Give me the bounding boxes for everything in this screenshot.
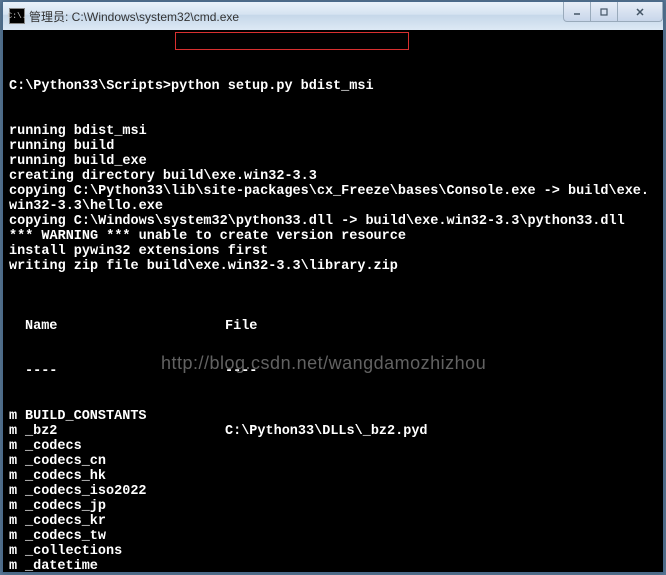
row-name: _collections — [25, 544, 225, 559]
row-name: _bz2 — [25, 424, 225, 439]
output-line: install pywin32 extensions first — [9, 244, 657, 259]
table-row: m_codecs_cn — [9, 454, 657, 469]
output-line: writing zip file build\exe.win32-3.3\lib… — [9, 259, 657, 274]
output-line: copying C:\Python33\lib\site-packages\cx… — [9, 184, 657, 214]
row-file — [225, 409, 657, 424]
row-type: m — [9, 559, 25, 572]
col-name: Name — [25, 319, 225, 334]
row-name: _codecs_cn — [25, 454, 225, 469]
close-button[interactable] — [617, 2, 663, 22]
console-area[interactable]: C:\Python33\Scripts>python setup.py bdis… — [3, 30, 663, 572]
row-name: _codecs_kr — [25, 514, 225, 529]
cmd-window: C:\. 管理员: C:\Windows\system32\cmd.exe C:… — [2, 1, 664, 573]
minimize-button[interactable] — [563, 2, 591, 22]
row-name: BUILD_CONSTANTS — [25, 409, 225, 424]
row-type: m — [9, 454, 25, 469]
typed-command: python setup.py bdist_msi — [171, 79, 374, 94]
row-file: C:\Python33\DLLs\_bz2.pyd — [225, 424, 657, 439]
output-line — [9, 274, 657, 289]
row-name: _codecs_jp — [25, 499, 225, 514]
output-line: creating directory build\exe.win32-3.3 — [9, 169, 657, 184]
table-row: m_bz2C:\Python33\DLLs\_bz2.pyd — [9, 424, 657, 439]
row-type: m — [9, 529, 25, 544]
row-name: _codecs_iso2022 — [25, 484, 225, 499]
row-type: m — [9, 469, 25, 484]
row-name: _datetime — [25, 559, 225, 572]
row-type: m — [9, 484, 25, 499]
row-name: _codecs — [25, 439, 225, 454]
row-file — [225, 439, 657, 454]
row-file — [225, 529, 657, 544]
maximize-button[interactable] — [590, 2, 618, 22]
output-line: running build_exe — [9, 154, 657, 169]
row-type: m — [9, 424, 25, 439]
row-name: _codecs_hk — [25, 469, 225, 484]
table-row: m_codecs_iso2022 — [9, 484, 657, 499]
output-line: running bdist_msi — [9, 124, 657, 139]
cmd-icon: C:\. — [9, 8, 25, 24]
row-name: _codecs_tw — [25, 529, 225, 544]
command-highlight — [175, 32, 409, 50]
prompt-line: C:\Python33\Scripts>python setup.py bdis… — [9, 79, 657, 94]
window-title: 管理员: C:\Windows\system32\cmd.exe — [29, 8, 564, 25]
table-row: m_datetime — [9, 559, 657, 572]
table-row: m_codecs — [9, 439, 657, 454]
row-file — [225, 559, 657, 572]
table-row: m_codecs_tw — [9, 529, 657, 544]
table-row: mBUILD_CONSTANTS — [9, 409, 657, 424]
row-file — [225, 499, 657, 514]
output-line: running build — [9, 139, 657, 154]
table-row: m_codecs_hk — [9, 469, 657, 484]
table-row: m_collections — [9, 544, 657, 559]
row-file — [225, 484, 657, 499]
col-file: File — [225, 319, 657, 334]
row-type: m — [9, 544, 25, 559]
titlebar[interactable]: C:\. 管理员: C:\Windows\system32\cmd.exe — [3, 2, 663, 30]
row-type: m — [9, 499, 25, 514]
table-header: NameFile — [9, 319, 657, 334]
row-type: m — [9, 439, 25, 454]
output-line: copying C:\Windows\system32\python33.dll… — [9, 214, 657, 229]
prompt: C:\Python33\Scripts> — [9, 79, 171, 94]
row-file — [225, 454, 657, 469]
row-file — [225, 544, 657, 559]
row-file — [225, 514, 657, 529]
table-row: m_codecs_kr — [9, 514, 657, 529]
output-line: *** WARNING *** unable to create version… — [9, 229, 657, 244]
row-type: m — [9, 409, 25, 424]
table-row: m_codecs_jp — [9, 499, 657, 514]
row-file — [225, 469, 657, 484]
row-type: m — [9, 514, 25, 529]
window-controls — [564, 2, 663, 22]
table-divider: -------- — [9, 364, 657, 379]
